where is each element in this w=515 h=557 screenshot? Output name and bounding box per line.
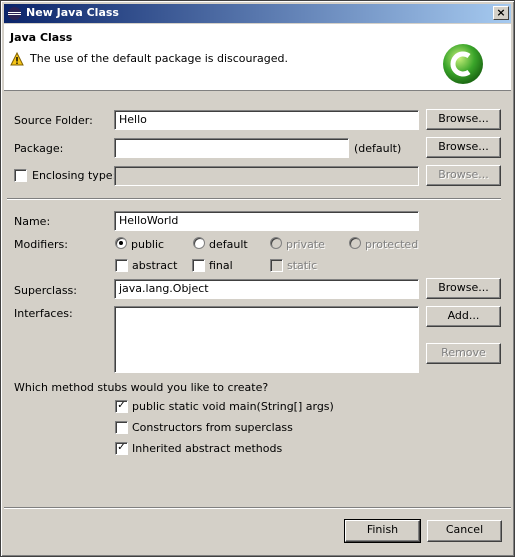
protected-radio[interactable] (349, 237, 361, 249)
final-label: final (209, 259, 233, 272)
method-stubs-question: Which method stubs would you like to cre… (14, 381, 269, 394)
source-folder-label: Source Folder: (14, 114, 93, 127)
close-button[interactable]: × (493, 6, 509, 20)
new-java-class-dialog: New Java Class × Java Class The use of t… (0, 0, 515, 557)
abstract-checkbox[interactable] (115, 259, 128, 272)
private-radio[interactable] (270, 237, 282, 249)
superclass-label: Superclass: (14, 284, 77, 297)
superclass-input[interactable]: java.lang.Object (114, 279, 419, 299)
modifiers-label: Modifiers: (14, 238, 68, 251)
static-label: static (287, 259, 318, 272)
abstract-label: abstract (132, 259, 178, 272)
radio-selected-dot (119, 241, 123, 245)
private-label: private (286, 238, 325, 251)
footer-separator (4, 507, 511, 509)
window-title: New Java Class (26, 6, 119, 19)
superclass-browse-button[interactable]: Browse... (426, 278, 501, 299)
cancel-button[interactable]: Cancel (427, 520, 502, 542)
inherited-abstract-label: Inherited abstract methods (132, 442, 283, 455)
default-radio[interactable] (193, 237, 205, 249)
package-label: Package: (14, 142, 64, 155)
constructors-label: Constructors from superclass (132, 421, 293, 434)
public-radio[interactable] (115, 237, 127, 249)
name-input[interactable]: HelloWorld (114, 211, 419, 231)
package-browse-button[interactable]: Browse... (426, 137, 501, 158)
remove-interface-button[interactable]: Remove (426, 343, 501, 364)
separator (7, 198, 501, 200)
name-label: Name: (14, 215, 51, 228)
static-checkbox[interactable] (270, 259, 283, 272)
package-input[interactable] (114, 138, 349, 158)
interfaces-label: Interfaces: (14, 307, 73, 320)
add-interface-button[interactable]: Add... (426, 306, 501, 327)
package-default-label: (default) (354, 142, 402, 155)
source-folder-browse-button[interactable]: Browse... (426, 109, 501, 130)
wizard-header: Java Class The use of the default packag… (4, 24, 511, 91)
new-class-wizard-icon (443, 44, 483, 84)
default-label: default (209, 238, 248, 251)
finish-button[interactable]: Finish (344, 519, 421, 543)
header-message: The use of the default package is discou… (30, 52, 289, 65)
warning-icon (10, 52, 24, 66)
inherited-abstract-checkbox[interactable]: ✓ (115, 442, 128, 455)
interfaces-list[interactable] (114, 306, 419, 373)
enclosing-type-browse-button[interactable]: Browse... (426, 165, 501, 186)
title-bar[interactable]: New Java Class × (4, 4, 511, 23)
enclosing-type-input[interactable] (114, 166, 419, 186)
page-title: Java Class (10, 31, 73, 44)
constructors-checkbox[interactable] (115, 421, 128, 434)
protected-label: protected (365, 238, 419, 251)
public-label: public (131, 238, 165, 251)
final-checkbox[interactable] (192, 259, 205, 272)
main-method-label: public static void main(String[] args) (132, 400, 334, 413)
source-folder-input[interactable]: Hello (114, 110, 419, 130)
eclipse-app-icon (8, 7, 21, 20)
enclosing-type-checkbox[interactable] (14, 169, 27, 182)
enclosing-type-label: Enclosing type: (32, 169, 117, 182)
main-method-checkbox[interactable]: ✓ (115, 400, 128, 413)
